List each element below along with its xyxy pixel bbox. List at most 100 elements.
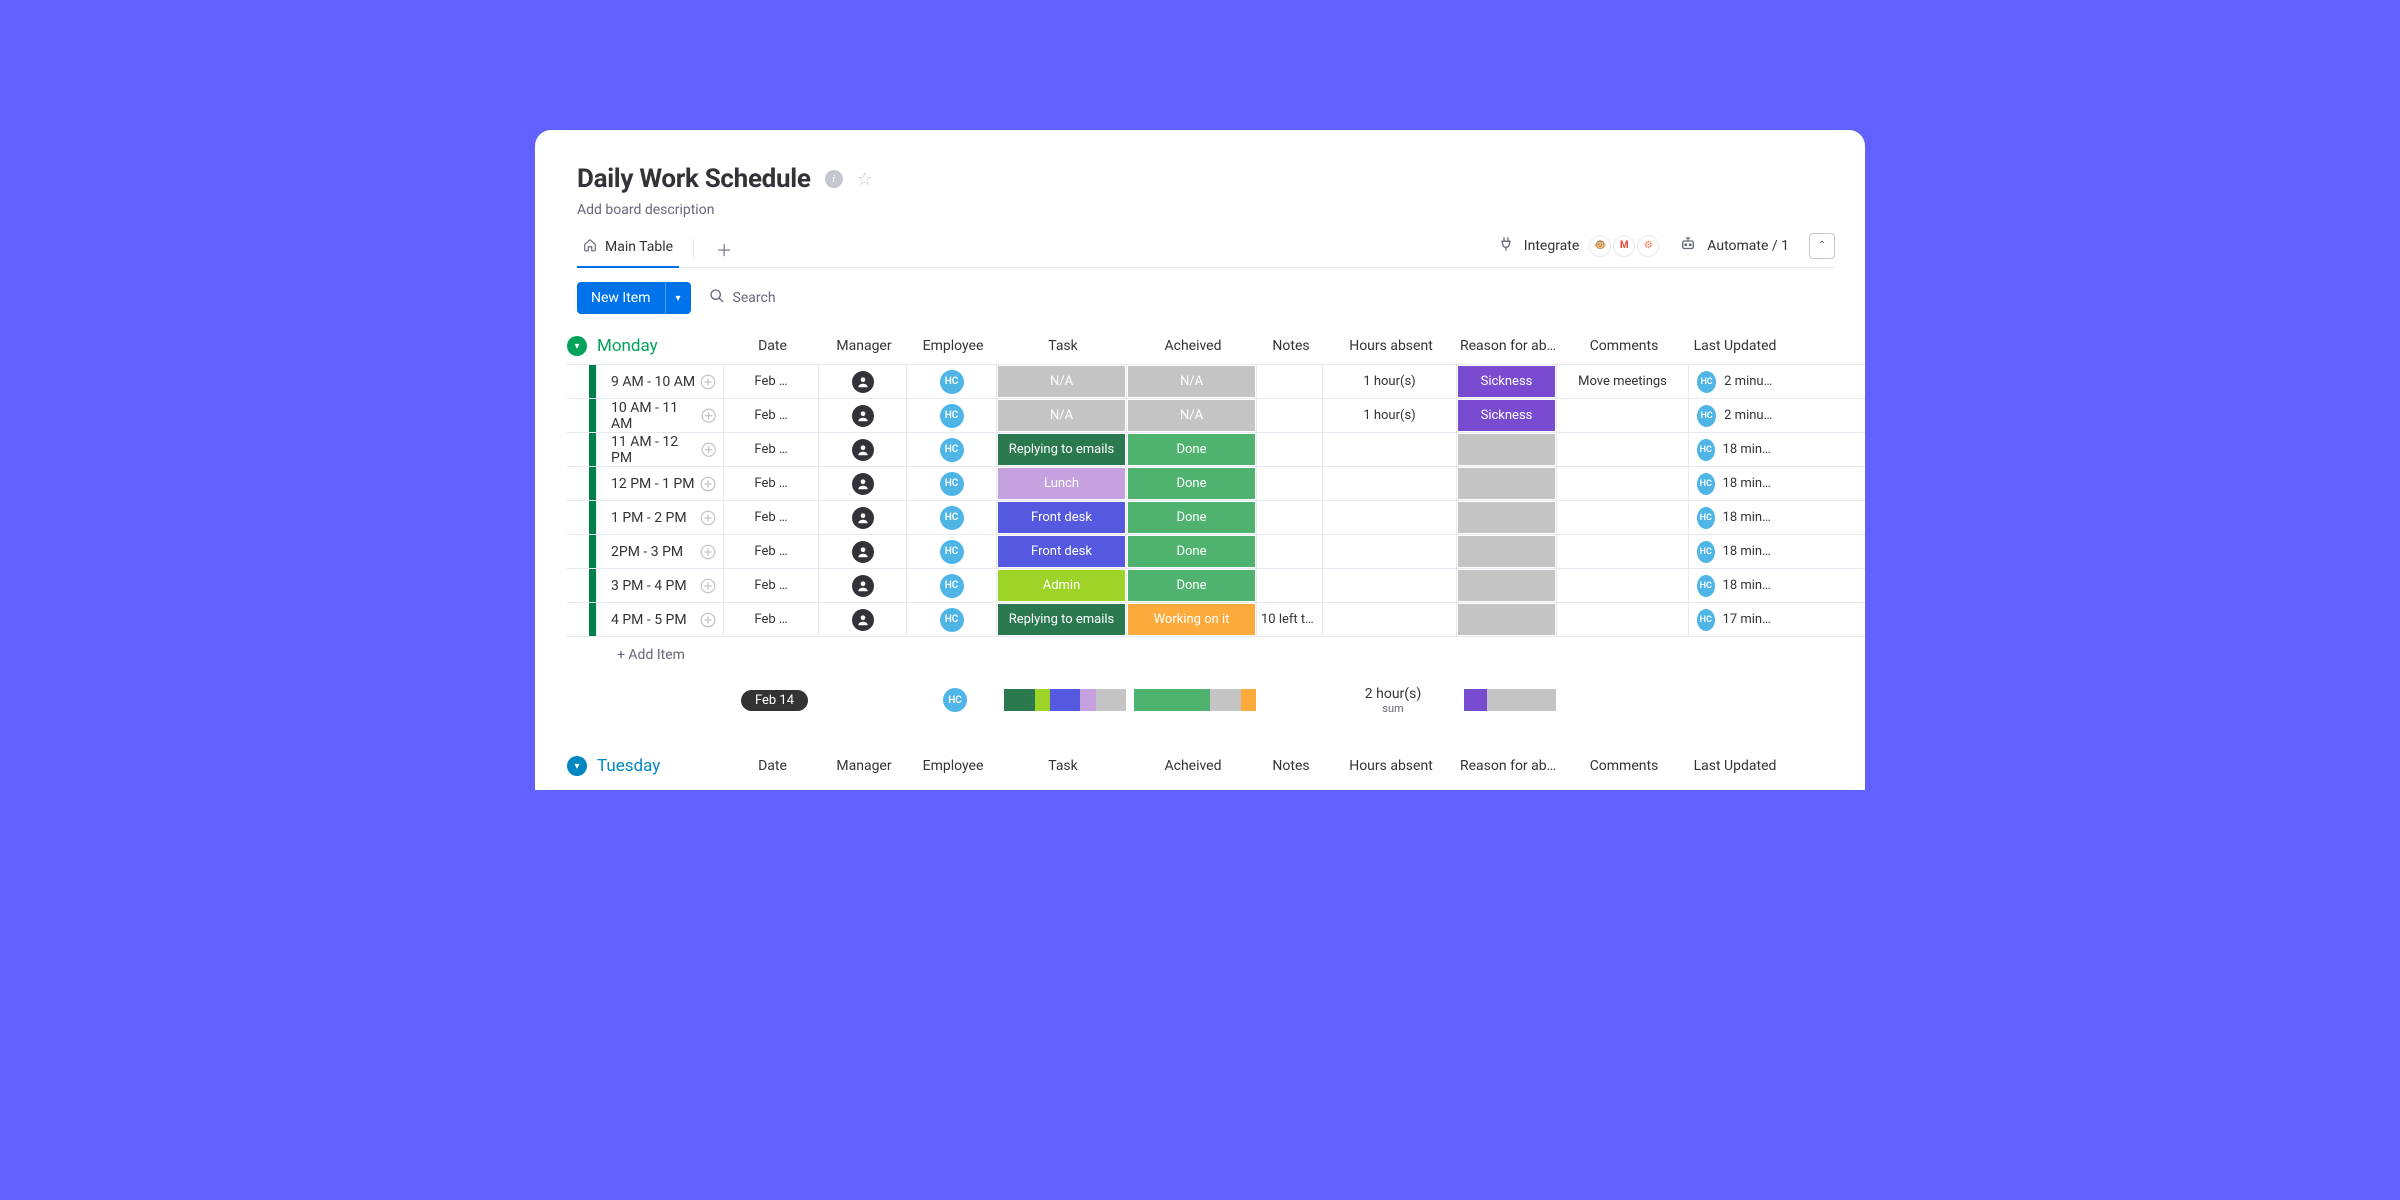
search-button[interactable]: Search [709,288,776,308]
cell-comments[interactable] [1556,399,1688,432]
cell-last-updated[interactable]: HC 17 minutes [1688,603,1778,636]
col-hours-absent[interactable]: Hours absent [1324,328,1458,364]
cell-last-updated[interactable]: HC 2 minutes [1688,365,1778,398]
cell-task[interactable]: Replying to emails [996,433,1126,466]
cell-reason[interactable]: Sickness [1456,365,1556,398]
cell-reason[interactable]: Sickness [1456,399,1556,432]
cell-employee[interactable]: HC [906,365,996,398]
cell-hours-absent[interactable] [1322,535,1456,568]
cell-manager[interactable] [818,467,906,500]
conversation-icon[interactable] [700,441,717,459]
cell-last-updated[interactable]: HC 18 minutes [1688,501,1778,534]
table-row[interactable]: 9 AM - 10 AM Feb … HC N/A N/A 1 hour(s) … [567,364,1865,398]
cell-comments[interactable] [1556,603,1688,636]
table-row[interactable]: 2PM - 3 PM Feb … HC Front desk Done HC [567,534,1865,568]
cell-notes[interactable] [1256,535,1322,568]
cell-notes[interactable] [1256,501,1322,534]
cell-employee[interactable]: HC [906,399,996,432]
col-task[interactable]: Task [998,748,1128,784]
col-manager[interactable]: Manager [820,748,908,784]
row-time-cell[interactable]: 2PM - 3 PM [597,535,723,568]
cell-achieved[interactable]: N/A [1126,365,1256,398]
col-achieved[interactable]: Acheived [1128,328,1258,364]
cell-comments[interactable] [1556,535,1688,568]
cell-last-updated[interactable]: HC 18 minutes [1688,535,1778,568]
cell-last-updated[interactable]: HC 18 minutes [1688,467,1778,500]
cell-reason[interactable] [1456,535,1556,568]
col-task[interactable]: Task [998,328,1128,364]
cell-employee[interactable]: HC [906,569,996,602]
table-row[interactable]: 11 AM - 12 PM Feb … HC Replying to email… [567,432,1865,466]
cell-hours-absent[interactable] [1322,501,1456,534]
add-tab-button[interactable]: ＋ [708,233,740,265]
col-employee[interactable]: Employee [908,328,998,364]
cell-notes[interactable] [1256,569,1322,602]
table-row[interactable]: 4 PM - 5 PM Feb … HC Replying to emails … [567,602,1865,636]
cell-achieved[interactable]: N/A [1126,399,1256,432]
col-notes[interactable]: Notes [1258,748,1324,784]
cell-achieved[interactable]: Done [1126,569,1256,602]
cell-task[interactable]: Lunch [996,467,1126,500]
cell-notes[interactable] [1256,433,1322,466]
cell-reason[interactable] [1456,569,1556,602]
cell-notes[interactable] [1256,399,1322,432]
col-comments[interactable]: Comments [1558,328,1690,364]
cell-employee[interactable]: HC [906,535,996,568]
cell-employee[interactable]: HC [906,501,996,534]
cell-task[interactable]: Replying to emails [996,603,1126,636]
cell-task[interactable]: N/A [996,365,1126,398]
cell-manager[interactable] [818,433,906,466]
cell-hours-absent[interactable] [1322,433,1456,466]
cell-achieved[interactable]: Done [1126,501,1256,534]
col-date[interactable]: Date [725,748,820,784]
table-row[interactable]: 3 PM - 4 PM Feb … HC Admin Done HC 18 [567,568,1865,602]
conversation-icon[interactable] [699,611,717,629]
row-time-cell[interactable]: 12 PM - 1 PM [597,467,723,500]
conversation-icon[interactable] [700,407,717,425]
summary-date-pill[interactable]: Feb 14 [741,690,808,711]
cell-task[interactable]: Front desk [996,535,1126,568]
cell-hours-absent[interactable] [1322,603,1456,636]
collapse-button[interactable]: ⌃ [1809,233,1835,259]
cell-hours-absent[interactable]: 1 hour(s) [1322,365,1456,398]
conversation-icon[interactable] [699,475,717,493]
cell-task[interactable]: Admin [996,569,1126,602]
row-time-cell[interactable]: 10 AM - 11 AM [597,399,723,432]
cell-date[interactable]: Feb … [723,569,818,602]
new-item-button[interactable]: New Item ▾ [577,282,691,314]
tab-main-table[interactable]: Main Table [577,230,679,268]
cell-hours-absent[interactable]: 1 hour(s) [1322,399,1456,432]
cell-achieved[interactable]: Done [1126,467,1256,500]
cell-notes[interactable]: 10 left to… [1256,603,1322,636]
board-description[interactable]: Add board description [577,202,1835,218]
col-hours-absent[interactable]: Hours absent [1324,748,1458,784]
cell-employee[interactable]: HC [906,433,996,466]
cell-employee[interactable]: HC [906,603,996,636]
cell-last-updated[interactable]: HC 2 minutes [1688,399,1778,432]
group-collapse-icon[interactable]: ▾ [567,756,587,776]
cell-achieved[interactable]: Done [1126,535,1256,568]
group-name-tuesday[interactable]: Tuesday [597,756,725,776]
cell-reason[interactable] [1456,603,1556,636]
cell-date[interactable]: Feb … [723,467,818,500]
info-icon[interactable]: i [825,170,843,188]
cell-manager[interactable] [818,399,906,432]
cell-hours-absent[interactable] [1322,467,1456,500]
table-row[interactable]: 10 AM - 11 AM Feb … HC N/A N/A 1 hour(s)… [567,398,1865,432]
col-notes[interactable]: Notes [1258,328,1324,364]
cell-comments[interactable]: Move meetings [1556,365,1688,398]
cell-employee[interactable]: HC [906,467,996,500]
cell-manager[interactable] [818,603,906,636]
group-collapse-icon[interactable]: ▾ [567,336,587,356]
col-last-updated[interactable]: Last Updated [1690,748,1780,784]
cell-manager[interactable] [818,501,906,534]
table-row[interactable]: 12 PM - 1 PM Feb … HC Lunch Done HC 18 [567,466,1865,500]
avatar-employee-summary[interactable]: HC [943,688,967,712]
conversation-icon[interactable] [699,373,717,391]
col-comments[interactable]: Comments [1558,748,1690,784]
row-time-cell[interactable]: 11 AM - 12 PM [597,433,723,466]
cell-reason[interactable] [1456,467,1556,500]
cell-manager[interactable] [818,535,906,568]
col-date[interactable]: Date [725,328,820,364]
cell-reason[interactable] [1456,501,1556,534]
